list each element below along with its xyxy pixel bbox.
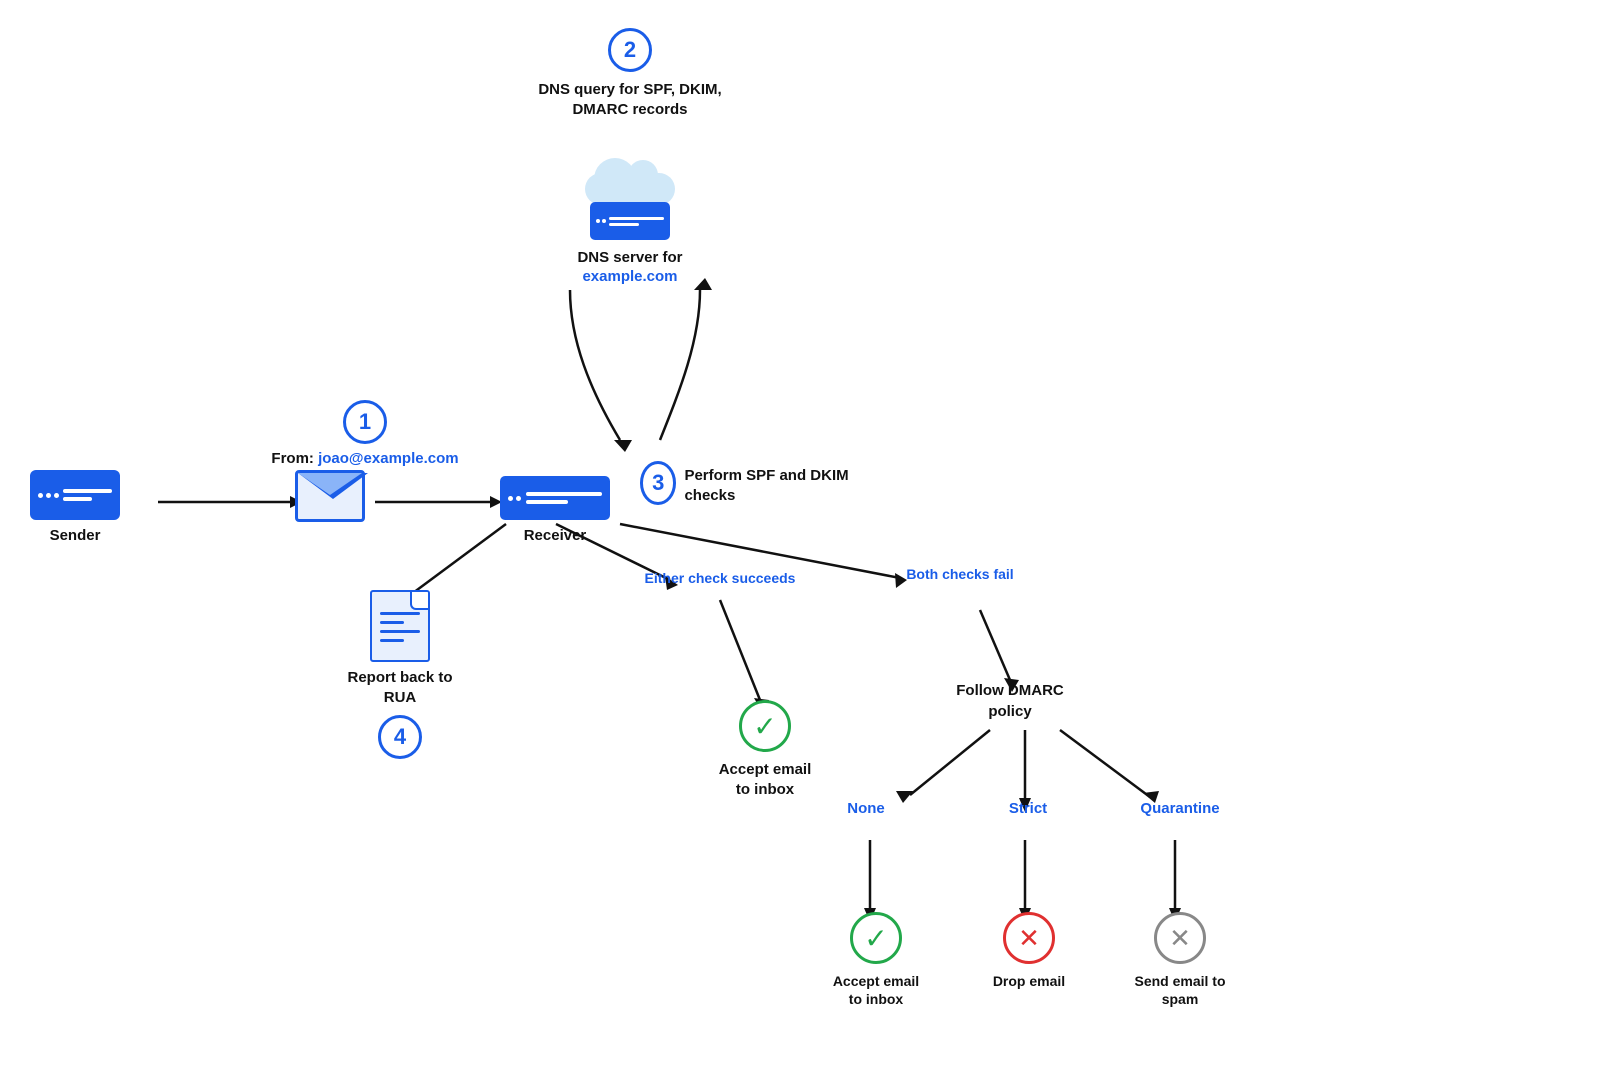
drop-email-icon: ✕ [1003,912,1055,964]
step4-circle: 4 [378,715,422,759]
dns-server-box [590,202,670,240]
accept-inbox-main-node: ✓ Accept email to inbox [700,700,830,799]
both-fail-label: Both checks fail [880,566,1040,582]
report-rua-label: Report back to RUA [330,668,470,707]
receiver-icon [500,476,610,520]
either-check-text: Either check succeeds [645,570,796,586]
strict-label: Strict [1009,800,1047,817]
sender-icon [30,470,120,520]
dns-domain-label: example.com [582,268,677,285]
both-fail-text: Both checks fail [906,566,1013,582]
step2-circle: 2 [608,28,652,72]
step1-from-label: From: joao@example.com [271,450,458,467]
accept-inbox-none-node: ✓ Accept email to inbox [826,912,926,1008]
send-spam-label: Send email to spam [1130,972,1230,1008]
step2-label-container: 2 DNS query for SPF, DKIM, DMARC records [530,28,730,119]
envelope-node [295,470,365,522]
report-doc-icon [370,590,430,662]
step3-circle: 3 [640,461,676,505]
dns-server-icon [570,150,690,240]
none-label: None [847,800,885,817]
strict-node: Strict [988,800,1068,817]
either-check-label: Either check succeeds [640,570,800,586]
accept-inbox-main-icon: ✓ [739,700,791,752]
step2-dns-query-label: DNS query for SPF, DKIM, DMARC records [538,80,721,119]
dns-server-label: DNS server for [577,248,682,268]
accept-inbox-main-label: Accept email to inbox [719,760,812,799]
send-spam-node: ✕ Send email to spam [1130,912,1230,1008]
step1-label-container: 1 From: joao@example.com [265,400,465,467]
accept-inbox-none-label: Accept email to inbox [833,972,919,1008]
step3-check-label: Perform SPF and DKIM checks [684,466,860,505]
report-rua-node: Report back to RUA 4 [330,590,470,759]
none-node: None [826,800,906,817]
diagram-container: 2 DNS query for SPF, DKIM, DMARC records [0,0,1600,1085]
drop-email-label: Drop email [993,972,1065,990]
cloud-icon [580,150,680,205]
receiver-node: Receiver [490,476,620,546]
sender-node: Sender [30,470,120,546]
step3-label-container: 3 Perform SPF and DKIM checks [640,460,860,505]
send-spam-icon: ✕ [1154,912,1206,964]
drop-email-node: ✕ Drop email [984,912,1074,990]
follow-dmarc-node: Follow DMARC policy [940,680,1080,722]
follow-dmarc-label: Follow DMARC policy [940,680,1080,722]
quarantine-node: Quarantine [1125,800,1235,817]
accept-inbox-none-icon: ✓ [850,912,902,964]
step1-circle: 1 [343,400,387,444]
step1-from-email: joao@example.com [318,450,459,467]
receiver-label: Receiver [524,526,587,546]
diagram-lines [0,0,1600,1085]
quarantine-label: Quarantine [1140,800,1219,817]
dns-server-node: DNS server for example.com [560,150,700,285]
sender-label: Sender [50,526,101,546]
envelope-icon [295,470,365,522]
